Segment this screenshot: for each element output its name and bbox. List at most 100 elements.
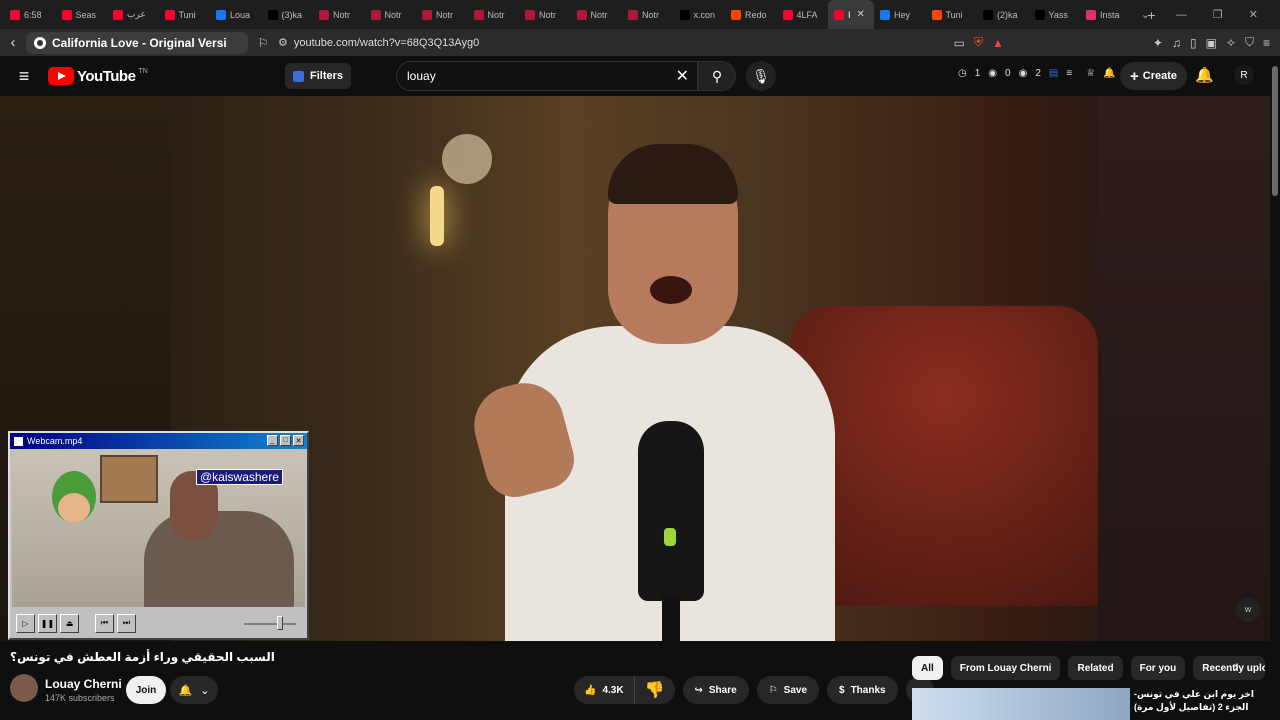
chip-related[interactable]: Related [1068, 656, 1123, 680]
close-window-button[interactable]: ✕ [1249, 8, 1258, 21]
vpn-icon[interactable]: ⛉ [1245, 35, 1254, 50]
browser-tab[interactable]: Notr [365, 0, 417, 29]
browser-tab[interactable]: Loua [210, 0, 262, 29]
voice-search-button[interactable]: 🎙 [746, 61, 776, 91]
play-icon[interactable]: ▷ [16, 613, 35, 633]
browser-tab[interactable]: Notr [416, 0, 468, 29]
save-button[interactable]: ⚐ Save [756, 676, 820, 704]
browser-tab[interactable]: x.con [674, 0, 726, 29]
browser-tab[interactable]: Tuni [159, 0, 211, 29]
tab-label: Tuni [945, 9, 963, 20]
related-video-thumbnail[interactable] [912, 688, 1130, 720]
microphone-stand [662, 596, 680, 641]
create-button[interactable]: + Create [1120, 62, 1188, 90]
chip-from-channel[interactable]: From Louay Cherni [950, 656, 1061, 680]
webcam-window[interactable]: Webcam.mp4 _ □ ✕ @kaiswashere ▷ ❚❚ ⏏ ⏮ ⏭ [8, 431, 309, 640]
pause-icon[interactable]: ❚❚ [38, 613, 57, 633]
browser-tab[interactable]: Seas [56, 0, 108, 29]
account-avatar[interactable]: R [1234, 65, 1254, 85]
tab-favicon-icon [628, 9, 638, 20]
sidebar-icon[interactable]: ▯ [1190, 36, 1197, 50]
cast-icon[interactable]: ▭ [954, 36, 965, 50]
subscribed-bell-button[interactable]: 🔔 ⌄ [170, 676, 218, 704]
alert-icon[interactable]: 🔔 [1103, 68, 1115, 79]
minimize-icon[interactable]: _ [267, 435, 278, 446]
site-info-icon[interactable]: ⚙ [278, 36, 288, 49]
wallet-icon[interactable]: ▣ [1206, 36, 1217, 50]
share-label: Share [708, 684, 737, 696]
previous-icon[interactable]: ⏮ [95, 613, 114, 633]
related-video-title[interactable]: اخر يوم ابن علي في تونس- الجزء 2 (تفاصيل… [1134, 688, 1270, 714]
browser-tab[interactable]: Insta [1080, 0, 1132, 29]
webcam-title: Webcam.mp4 [27, 436, 83, 446]
chip-recently-uploaded[interactable]: Recently uploa [1193, 656, 1266, 680]
scrollbar-thumb[interactable] [1272, 66, 1278, 196]
chip-all[interactable]: All [912, 656, 943, 680]
join-button[interactable]: Join [126, 676, 166, 704]
menu-icon[interactable]: ≡ [1263, 36, 1270, 50]
youtube-music-icon [34, 36, 46, 49]
chips-next-icon[interactable]: › [1234, 658, 1239, 674]
notifications-icon[interactable]: 🔔 [1195, 66, 1214, 84]
trophy-icon[interactable]: ♕ [1086, 68, 1095, 79]
browser-tab[interactable]: Notr [519, 0, 571, 29]
tab-favicon-icon [931, 9, 942, 20]
browser-tab[interactable]: عرب [107, 0, 159, 29]
media-icon[interactable]: ♫ [1172, 36, 1181, 50]
volume-slider-knob[interactable] [277, 616, 283, 630]
leo-icon[interactable]: ✧ [1226, 36, 1236, 50]
tab-label: Yass [1048, 9, 1068, 20]
dislike-button[interactable]: 👎 [635, 676, 675, 704]
browser-tab[interactable]: Notr [313, 0, 365, 29]
lines-icon[interactable]: ≡ [1066, 68, 1072, 79]
tab-favicon-icon [679, 9, 690, 20]
like-button[interactable]: 👍 4.3K [574, 676, 635, 704]
browser-tab[interactable]: Tuni [926, 0, 978, 29]
browser-tab[interactable]: Yass [1029, 0, 1081, 29]
browser-tab[interactable]: 4LFA [777, 0, 829, 29]
browser-tab[interactable]: (3)ka [262, 0, 314, 29]
hamburger-menu-icon[interactable]: ≡ [0, 66, 48, 87]
minimize-button[interactable]: — [1176, 9, 1187, 21]
brave-shield-icon[interactable]: ⛨ [974, 35, 983, 50]
close-tab-icon[interactable]: ✕ [857, 9, 865, 20]
browser-tab[interactable]: I ✕ [828, 0, 874, 29]
search-value: louay [407, 69, 436, 83]
list-icon[interactable]: ▤ [1049, 68, 1058, 79]
browser-tab[interactable]: Notr [571, 0, 623, 29]
maximize-icon[interactable]: □ [280, 435, 291, 446]
channel-watermark[interactable]: W [1236, 598, 1260, 622]
extensions-icon[interactable]: ✦ [1153, 36, 1163, 50]
tab-search-icon[interactable]: ⌄ [1141, 8, 1150, 21]
eject-icon[interactable]: ⏏ [60, 613, 79, 633]
browser-tab[interactable]: Hey [874, 0, 926, 29]
url-field[interactable]: youtube.com/watch?v=68Q3Q13Ayg0 [294, 37, 954, 49]
page-title-pill[interactable]: California Love - Original Versi [26, 31, 248, 54]
browser-toolbar: ▭ ⛨ ▲ ✦ ♫ ▯ ▣ ✧ ⛉ ≡ [954, 35, 1280, 50]
browser-tab[interactable]: Notr [468, 0, 520, 29]
filters-button[interactable]: Filters [285, 63, 352, 89]
volume-slider-track[interactable] [244, 623, 296, 625]
restore-button[interactable]: ❐ [1213, 8, 1223, 21]
brave-rewards-icon[interactable]: ▲ [992, 36, 1004, 50]
thanks-button[interactable]: $ Thanks [827, 676, 898, 704]
browser-tab[interactable]: (2)ka [977, 0, 1029, 29]
close-icon[interactable]: ✕ [293, 435, 304, 446]
chip-for-you[interactable]: For you [1130, 656, 1186, 680]
clear-search-icon[interactable]: ✕ [676, 66, 689, 86]
search-input[interactable]: louay ✕ [396, 61, 698, 91]
like-dislike-group: 👍 4.3K 👎 [574, 676, 675, 704]
webcam-titlebar[interactable]: Webcam.mp4 _ □ ✕ [10, 433, 307, 449]
channel-name[interactable]: Louay Cherni [45, 677, 122, 691]
browser-tab[interactable]: Notr [622, 0, 674, 29]
share-button[interactable]: ↪ Share [682, 676, 749, 704]
bookmark-icon[interactable]: ⚐ [248, 36, 278, 50]
browser-tab[interactable]: Redo [725, 0, 777, 29]
page-scrollbar[interactable] [1270, 56, 1280, 720]
youtube-logo[interactable]: YouTube TN [48, 67, 148, 85]
back-icon[interactable]: ‹ [0, 34, 26, 51]
channel-avatar[interactable] [10, 674, 38, 702]
browser-tab[interactable]: 6:58 [4, 0, 56, 29]
next-icon[interactable]: ⏭ [117, 613, 136, 633]
search-button[interactable]: ⚲ [698, 61, 736, 91]
